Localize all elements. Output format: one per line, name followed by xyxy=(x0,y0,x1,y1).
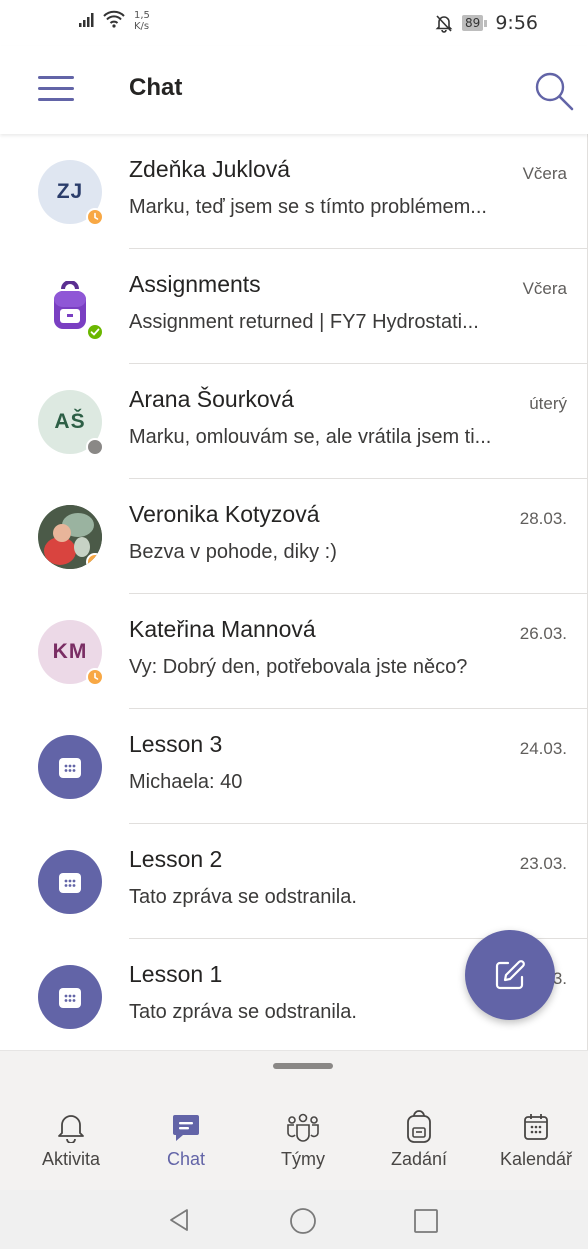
recent-apps-icon[interactable] xyxy=(413,1208,439,1234)
meeting-calendar-icon xyxy=(59,758,81,778)
chat-preview: Vy: Dobrý den, potřebovala jste něco? xyxy=(129,656,468,678)
avatar xyxy=(38,965,102,1029)
notifications-muted-icon xyxy=(435,15,453,33)
nav-activity[interactable]: Aktivita xyxy=(16,1109,126,1170)
chat-date: Včera xyxy=(522,279,567,298)
avatar: KM xyxy=(38,620,104,686)
chat-name: Lesson 1 xyxy=(129,961,223,987)
chat-name: Assignments xyxy=(129,271,261,297)
chat-row[interactable]: Lesson 2 23.03. Tato zpráva se odstranil… xyxy=(0,824,587,939)
back-icon[interactable] xyxy=(166,1207,192,1233)
app-header: Chat xyxy=(0,46,588,134)
chat-date: úterý xyxy=(529,394,567,413)
meeting-calendar-icon xyxy=(59,988,81,1008)
search-icon xyxy=(535,72,574,111)
home-icon[interactable] xyxy=(289,1207,317,1235)
chat-date: Včera xyxy=(522,164,567,183)
avatar: ZJ xyxy=(38,160,104,226)
bell-icon xyxy=(58,1115,84,1143)
assignments-backpack-icon xyxy=(54,281,86,329)
wifi-icon xyxy=(103,10,125,28)
chat-row[interactable]: AŠ Arana Šourková úterý Marku, omlouvám … xyxy=(0,364,587,479)
chat-preview: Michaela: 40 xyxy=(129,771,243,793)
nav-chat[interactable]: Chat xyxy=(131,1109,241,1170)
avatar-photo xyxy=(38,505,102,569)
menu-button[interactable] xyxy=(38,76,74,102)
system-navigation-bar xyxy=(0,1190,588,1249)
avatar xyxy=(38,275,104,341)
speed-unit: K/s xyxy=(134,21,150,32)
chat-row[interactable]: KM Kateřina Mannová 26.03. Vy: Dobrý den… xyxy=(0,594,587,709)
avatar xyxy=(38,850,102,914)
presence-away-icon xyxy=(86,553,102,569)
avatar-initials: KM xyxy=(52,640,88,663)
teams-icon xyxy=(287,1113,319,1142)
presence-away-icon xyxy=(86,208,104,226)
chat-preview: Tato zpráva se odstranila. xyxy=(129,886,357,908)
chat-date: 26.03. xyxy=(519,624,567,643)
presence-offline-icon xyxy=(86,438,104,456)
bottom-navigation: Aktivita Chat Týmy Zadání Kalendář xyxy=(0,1050,588,1190)
chat-preview: Marku, teď jsem se s tímto problémem... xyxy=(129,196,487,218)
signal-icon xyxy=(79,13,94,27)
chat-name: Zdeňka Juklová xyxy=(129,156,291,182)
chat-row[interactable]: Assignments Včera Assignment returned | … xyxy=(0,249,587,364)
battery-icon: 89 xyxy=(462,15,488,31)
chat-preview: Marku, omlouvám se, ale vrátila jsem ti.… xyxy=(129,426,492,448)
nav-assignments[interactable]: Zadání xyxy=(364,1109,474,1170)
clock: 9:56 xyxy=(495,12,538,34)
drag-handle[interactable] xyxy=(273,1063,333,1069)
page-title: Chat xyxy=(129,74,183,101)
chat-date: 24.03. xyxy=(519,739,567,758)
battery-level: 89 xyxy=(462,15,484,31)
avatar-initials: AŠ xyxy=(54,410,86,433)
chat-name: Lesson 2 xyxy=(129,846,223,872)
presence-away-icon xyxy=(86,668,104,686)
avatar-initials: ZJ xyxy=(56,180,84,203)
network-speed: 1,5 K/s xyxy=(134,10,150,32)
nav-calendar[interactable]: Kalendář xyxy=(481,1109,588,1170)
new-chat-button[interactable] xyxy=(465,930,555,1020)
chat-name: Lesson 3 xyxy=(129,731,223,757)
chat-icon xyxy=(173,1115,199,1141)
chat-date: 28.03. xyxy=(519,509,567,528)
status-bar: 1,5 K/s 89 9:56 xyxy=(0,0,588,46)
chat-preview: Assignment returned | FY7 Hydrostati... xyxy=(129,311,479,333)
nav-label: Aktivita xyxy=(41,1149,101,1169)
meeting-calendar-icon xyxy=(59,873,81,893)
chat-name: Arana Šourková xyxy=(129,386,294,412)
nav-teams[interactable]: Týmy xyxy=(248,1109,358,1170)
chat-list: ZJ Zdeňka Juklová Včera Marku, teď jsem … xyxy=(0,134,588,1050)
search-button[interactable] xyxy=(533,70,575,112)
nav-label: Týmy xyxy=(281,1149,325,1169)
status-right: 89 9:56 xyxy=(434,12,538,34)
presence-available-icon xyxy=(86,323,104,341)
backpack-icon xyxy=(407,1110,431,1143)
chat-preview: Bezva v pohode, diky :) xyxy=(129,541,337,563)
avatar: AŠ xyxy=(38,390,104,456)
calendar-icon xyxy=(524,1114,548,1140)
chat-row[interactable]: ZJ Zdeňka Juklová Včera Marku, teď jsem … xyxy=(0,134,587,249)
speed-value: 1,5 xyxy=(134,10,150,21)
chat-date: 23.03. xyxy=(519,854,567,873)
chat-row[interactable]: Veronika Kotyzová 28.03. Bezva v pohode,… xyxy=(0,479,587,594)
nav-label: Zadání xyxy=(390,1149,448,1169)
chat-name: Veronika Kotyzová xyxy=(129,501,320,527)
chat-name: Kateřina Mannová xyxy=(129,616,316,642)
nav-label: Chat xyxy=(166,1149,206,1169)
nav-label: Kalendář xyxy=(499,1149,573,1169)
status-left: 1,5 K/s xyxy=(78,10,150,32)
avatar xyxy=(38,735,102,799)
chat-row[interactable]: Lesson 3 24.03. Michaela: 40 xyxy=(0,709,587,824)
compose-icon xyxy=(495,960,525,990)
